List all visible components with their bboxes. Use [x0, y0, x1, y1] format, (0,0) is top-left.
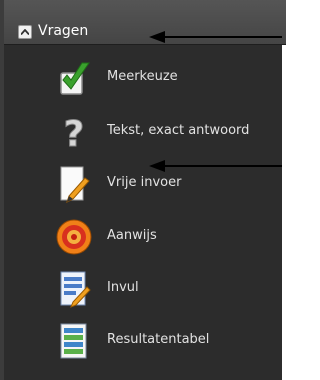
question-type-multiple-choice[interactable]: Meerkeuze [44, 56, 286, 102]
question-type-free-input[interactable]: Vrije invoer [44, 162, 286, 208]
fill-in-form-icon [54, 269, 94, 309]
item-label: Invul [107, 280, 139, 295]
target-icon [54, 217, 94, 257]
questions-panel: Vragen Meerkeuze ? Tekst, exact antwoord [0, 0, 286, 380]
pencil-paper-icon [54, 164, 94, 204]
question-type-point[interactable]: Aanwijs [44, 215, 286, 261]
question-mark-icon: ? [54, 112, 94, 156]
item-label: Resultatentabel [107, 332, 210, 347]
item-label: Tekst, exact antwoord [107, 123, 250, 138]
collapse-button[interactable] [18, 25, 32, 39]
section-title: Vragen [38, 23, 89, 39]
checkbox-check-icon [54, 58, 94, 98]
results-table-icon [54, 321, 94, 361]
item-label: Vrije invoer [107, 175, 182, 190]
chevron-up-icon [21, 29, 29, 35]
svg-text:?: ? [64, 114, 85, 152]
question-type-fill-in[interactable]: Invul [44, 267, 286, 313]
item-label: Meerkeuze [107, 69, 178, 84]
question-type-results-table[interactable]: Resultatentabel [44, 319, 286, 365]
question-type-exact-text[interactable]: ? Tekst, exact antwoord [44, 110, 286, 156]
item-label: Aanwijs [107, 228, 157, 243]
section-header[interactable]: Vragen [4, 0, 286, 45]
